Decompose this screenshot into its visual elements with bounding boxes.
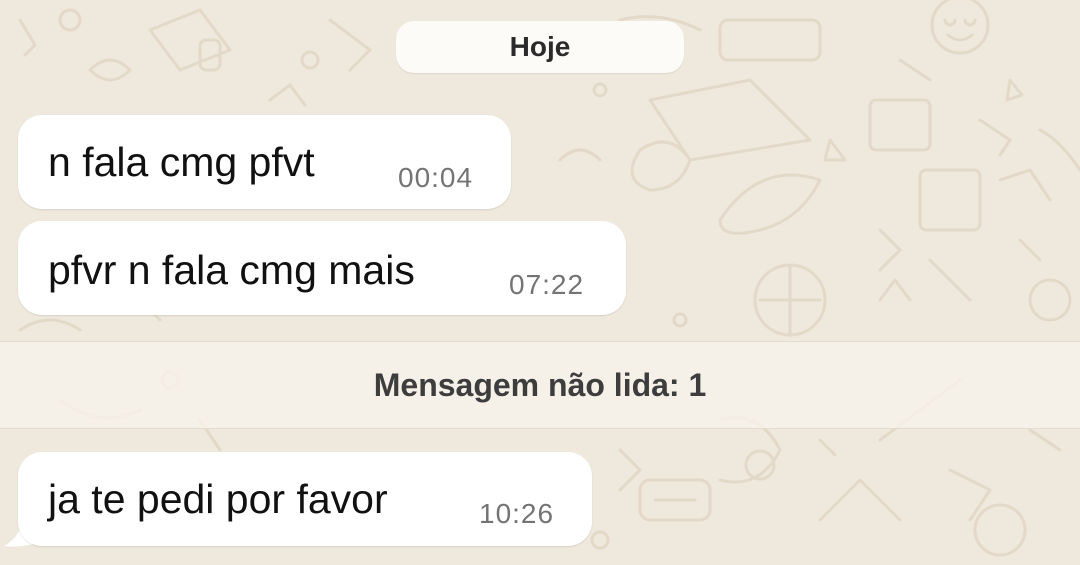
unread-messages-banner: Mensagem não lida: 1 [0,341,1080,429]
unread-messages-label: Mensagem não lida: 1 [373,366,707,403]
message-timestamp: 07:22 [509,269,585,300]
message-text: pfvr n fala cmg mais [48,247,415,293]
message-text: n fala cmg pfvt [48,139,315,185]
message-bubble[interactable]: pfvr n fala cmg mais 07:22 [18,221,626,315]
date-separator: Hoje [396,21,684,73]
message-bubble[interactable]: ja te pedi por favor 10:26 [18,452,592,546]
message-timestamp: 10:26 [479,498,555,529]
message-bubble[interactable]: n fala cmg pfvt 00:04 [18,115,511,209]
message-timestamp: 00:04 [398,162,474,193]
message-text: ja te pedi por favor [48,476,388,522]
